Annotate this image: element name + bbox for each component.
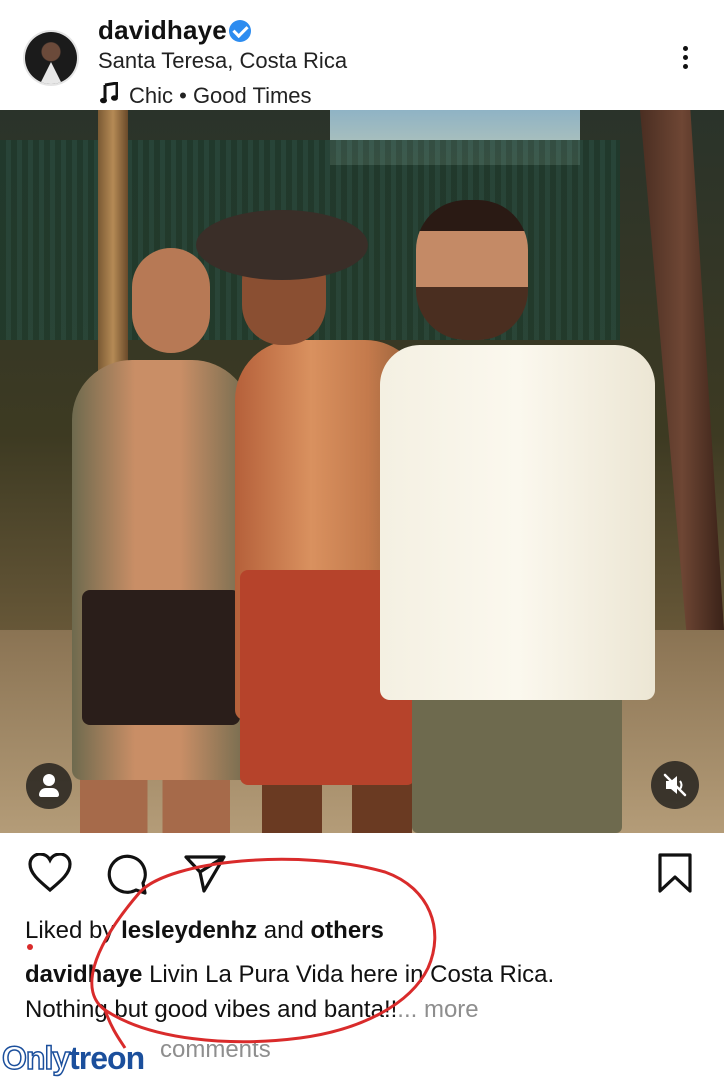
person-right-head: [416, 200, 528, 340]
person-left-shorts: [82, 590, 240, 725]
post-photo[interactable]: [0, 110, 724, 833]
caption-more-link[interactable]: ... more: [397, 996, 478, 1023]
photo-pole: [98, 110, 128, 380]
view-comments-link[interactable]: comments: [160, 1036, 271, 1064]
likes-and: and: [263, 917, 304, 944]
muted-speaker-icon[interactable]: [651, 761, 699, 809]
person-right-pants: [412, 695, 622, 833]
action-bar: [0, 835, 724, 915]
send-icon[interactable]: [184, 853, 226, 893]
person-right-shirt: [380, 345, 655, 700]
likes-others[interactable]: others: [311, 917, 384, 944]
comment-icon[interactable]: [106, 853, 148, 895]
caption-line1: Livin La Pura Vida here in Costa Rica.: [149, 961, 555, 988]
likes-prefix: Liked by: [25, 917, 115, 944]
person-middle-hat: [196, 210, 368, 280]
verified-badge-icon: [229, 20, 251, 42]
post-header: davidhaye Santa Teresa, Costa Rica Chic …: [0, 0, 724, 110]
avatar[interactable]: [25, 32, 77, 84]
music-note-icon: [100, 82, 118, 104]
post-location[interactable]: Santa Teresa, Costa Rica: [98, 48, 347, 74]
caption-text: davidhaye Livin La Pura Vida here in Cos…: [25, 957, 715, 1027]
likes-user[interactable]: lesleydenhz: [121, 917, 257, 944]
post-music[interactable]: Chic • Good Times: [129, 83, 312, 109]
watermark-treon: treon: [69, 1040, 145, 1076]
watermark-only: Only: [1, 1039, 71, 1077]
person-left-head: [132, 248, 210, 353]
likes-line[interactable]: Liked by lesleydenhz and others: [25, 917, 384, 945]
heart-icon[interactable]: [28, 853, 72, 893]
bookmark-icon[interactable]: [658, 853, 692, 893]
watermark-logo: Onlytreon: [1, 1039, 145, 1080]
tagged-people-icon[interactable]: [26, 763, 72, 809]
caption-username[interactable]: davidhaye: [25, 961, 142, 988]
post-username[interactable]: davidhaye: [98, 15, 227, 46]
more-options-icon[interactable]: [678, 42, 692, 76]
caption-line2: Nothing but good vibes and banta!!: [25, 996, 398, 1023]
